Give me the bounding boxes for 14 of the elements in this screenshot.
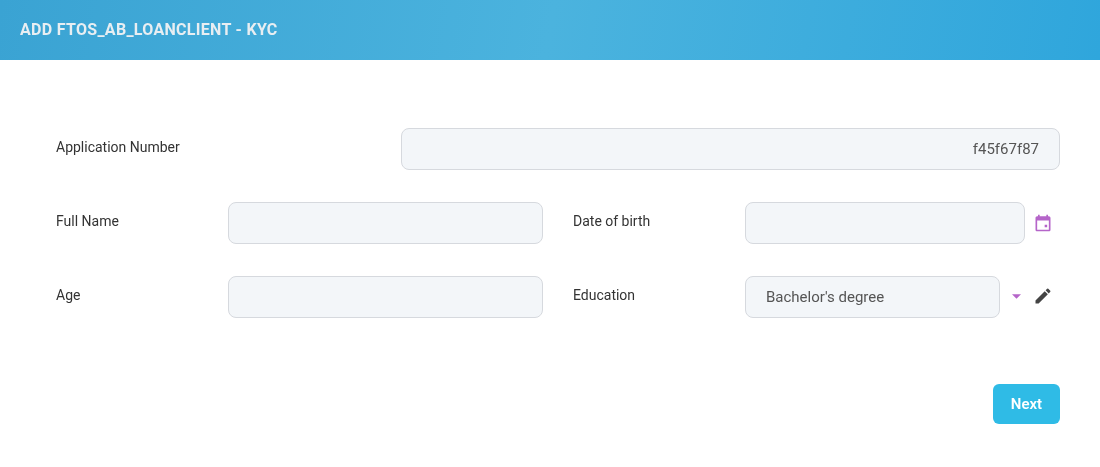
field-label: Education xyxy=(573,287,636,303)
caret-icon[interactable] xyxy=(1012,294,1021,299)
age-field[interactable] xyxy=(228,276,543,318)
field-label: Date of birth xyxy=(573,213,651,229)
date-of-birth-field[interactable] xyxy=(745,202,1025,244)
education-select[interactable]: Bachelor's degree xyxy=(745,276,1000,318)
calendar-icon[interactable] xyxy=(1033,213,1053,233)
application-number-field[interactable]: f45f67f87 xyxy=(401,128,1060,170)
field-label: Application Number xyxy=(56,139,180,155)
field-label: Age xyxy=(56,287,81,303)
page-title: ADD FTOS_AB_LOANCLIENT - KYC xyxy=(20,19,278,41)
full-name-field[interactable] xyxy=(228,202,543,244)
pencil-icon[interactable] xyxy=(1033,286,1053,306)
field-label: Full Name xyxy=(56,213,119,229)
